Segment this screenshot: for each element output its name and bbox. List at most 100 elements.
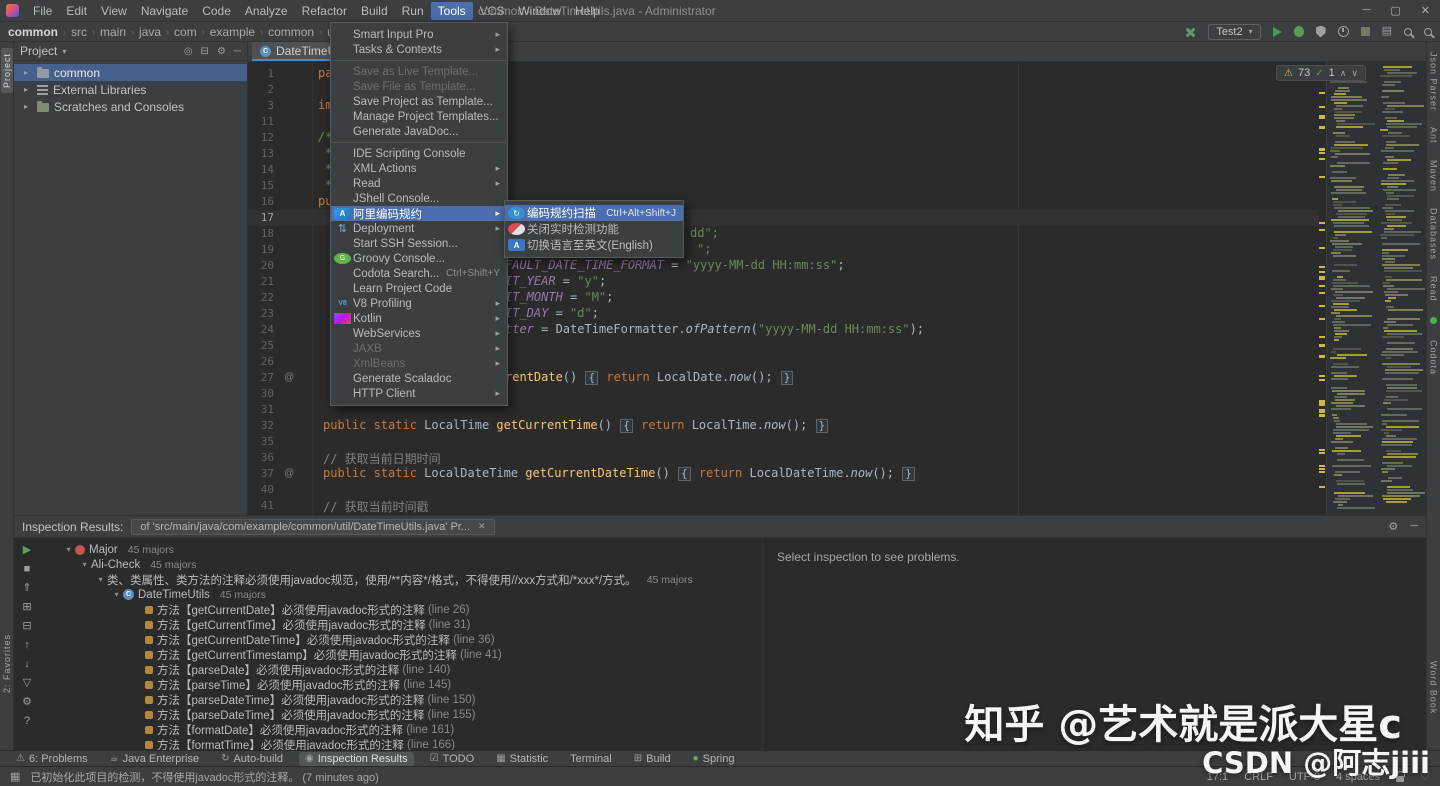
status-message[interactable]: 已初始化此项目的检测，不得使用javadoc形式的注释。 (7 minutes … <box>30 769 378 785</box>
breadcrumb-item[interactable]: main <box>100 25 126 39</box>
right-stripe-maven[interactable]: Maven <box>1429 160 1439 192</box>
toolwindow-inspection-results[interactable]: ◉Inspection Results <box>299 752 414 766</box>
right-stripe-json-parser[interactable]: Json Parser <box>1429 52 1439 111</box>
warning-tick[interactable] <box>1319 148 1325 150</box>
tools-menu-item-read[interactable]: Read▸ <box>331 176 507 191</box>
right-stripe-read[interactable]: Read <box>1429 276 1439 302</box>
warning-tick[interactable] <box>1319 356 1325 358</box>
violation-parsetime[interactable]: 方法【parseTime】必须使用javadoc形式的注释 (line 145) <box>40 677 762 692</box>
left-stripe-2-favorites[interactable]: 2: Favorites <box>1 629 13 698</box>
inspection-tab[interactable]: of 'src/main/java/com/example/common/uti… <box>131 519 494 535</box>
menu-file[interactable]: File <box>26 2 59 20</box>
warning-tick[interactable] <box>1319 266 1325 268</box>
next-problem-icon[interactable]: ∨ <box>1351 68 1358 79</box>
code-line[interactable]: // 获取当前日期时间 <box>323 450 441 466</box>
menu-view[interactable]: View <box>94 2 134 20</box>
code-line[interactable]: "; <box>697 242 711 258</box>
menu-run[interactable]: Run <box>395 2 431 20</box>
warning-tick[interactable] <box>1319 127 1325 129</box>
code-line[interactable]: IT_MONTH = "M"; <box>505 290 613 306</box>
project-panel-title[interactable]: Project <box>20 44 57 58</box>
toolwindow-problems[interactable]: ⚠6: Problems <box>10 752 94 766</box>
previous-problem-icon[interactable]: ∧ <box>1340 68 1347 79</box>
menu-code[interactable]: Code <box>195 2 238 20</box>
warning-tick[interactable] <box>1319 411 1325 413</box>
warning-tick[interactable] <box>1319 152 1325 154</box>
tools-menu-item-xml-actions[interactable]: XML Actions▸ <box>331 161 507 176</box>
code-line[interactable]: public static LocalTime getCurrentTime()… <box>323 418 829 434</box>
help-icon[interactable]: ? <box>24 715 30 727</box>
left-stripe-project[interactable]: Project <box>1 48 13 93</box>
warning-tick[interactable] <box>1319 106 1325 108</box>
tools-menu-item-webservices[interactable]: WebServices▸ <box>331 326 507 341</box>
hide-panel-icon[interactable]: ─ <box>234 46 241 57</box>
inspection-widget[interactable]: ⚠ 73 ✓ 1 ∧ ∨ <box>1276 65 1366 81</box>
previous-problem-icon[interactable]: ↑ <box>24 639 30 651</box>
tools-menu-item-start-ssh-session[interactable]: Start SSH Session... <box>331 236 507 251</box>
coverage-button[interactable] <box>1316 26 1326 38</box>
stop-button[interactable] <box>1361 27 1370 36</box>
toolwindow-statistic[interactable]: ▦Statistic <box>490 752 554 766</box>
rule-javadoc-comment[interactable]: ▾类、类属性、类方法的注释必须使用javadoc规范，使用/**内容*/格式，不… <box>40 572 762 587</box>
window-maximize-button[interactable]: ▢ <box>1390 4 1400 17</box>
collapse-all-icon[interactable]: ⊟ <box>22 620 31 632</box>
tools-menu-item-http-client[interactable]: HTTP Client▸ <box>331 386 507 401</box>
warning-tick[interactable] <box>1319 229 1325 231</box>
warning-tick[interactable] <box>1319 285 1325 287</box>
submenu-item-switch-language-to-english[interactable]: 切换语言至英文(English) <box>505 237 683 253</box>
tools-menu-item-tasks-and-contexts[interactable]: Tasks & Contexts▸ <box>331 42 507 57</box>
severity-major[interactable]: ▾Major45 majors <box>40 542 762 557</box>
error-stripe[interactable] <box>1318 62 1326 515</box>
expand-all-icon[interactable]: ⊞ <box>22 601 31 613</box>
locate-file-icon[interactable]: ◎ <box>184 46 193 57</box>
code-line[interactable]: IT_DAY = "d"; <box>505 306 599 322</box>
warning-tick[interactable] <box>1319 375 1325 377</box>
stop-inspection-icon[interactable]: ■ <box>24 563 31 575</box>
tools-menu-item-generate-scaladoc[interactable]: Generate Scaladoc <box>331 371 507 386</box>
warning-tick[interactable] <box>1319 336 1325 338</box>
menu-analyze[interactable]: Analyze <box>238 2 295 20</box>
code-line[interactable]: IT_YEAR = "y"; <box>505 274 606 290</box>
settings-icon[interactable]: ⚙ <box>22 696 32 708</box>
next-problem-icon[interactable]: ↓ <box>24 658 30 670</box>
tools-menu-item-learn-project-code[interactable]: Learn Project Code <box>331 281 507 296</box>
tools-menu-item-kotlin[interactable]: Kotlin▸ <box>331 311 507 326</box>
breadcrumb-item[interactable]: example <box>210 25 255 39</box>
hide-panel-icon[interactable]: ─ <box>1410 520 1418 533</box>
warning-tick[interactable] <box>1319 271 1325 273</box>
warning-tick[interactable] <box>1319 452 1325 454</box>
close-icon[interactable]: ✕ <box>478 521 486 532</box>
violation-getcurrentdate[interactable]: 方法【getCurrentDate】必须使用javadoc形式的注释 (line… <box>40 602 762 617</box>
warning-tick[interactable] <box>1319 465 1325 467</box>
right-stripe-word-book[interactable]: Word Book <box>1429 661 1439 714</box>
gutter-annotation-icon[interactable]: @ <box>284 466 294 482</box>
profiler-button[interactable] <box>1338 26 1349 37</box>
warning-tick[interactable] <box>1319 468 1325 470</box>
debug-button[interactable] <box>1294 26 1304 37</box>
menu-refactor[interactable]: Refactor <box>295 2 354 20</box>
menu-tools[interactable]: Tools <box>431 2 473 20</box>
toolwindow-terminal[interactable]: Terminal <box>564 752 618 766</box>
search-everywhere-icon[interactable] <box>1424 28 1432 36</box>
ali-check[interactable]: ▾Ali-Check45 majors <box>40 557 762 572</box>
tool-windows-toggle-icon[interactable]: ▦ <box>10 770 20 783</box>
violation-formattime[interactable]: 方法【formatTime】必须使用javadoc形式的注释 (line 166… <box>40 737 762 750</box>
violation-getcurrenttime[interactable]: 方法【getCurrentTime】必须使用javadoc形式的注释 (line… <box>40 617 762 632</box>
tools-menu-item-jshell-console[interactable]: JShell Console... <box>331 191 507 206</box>
violation-getcurrenttimestamp[interactable]: 方法【getCurrentTimestamp】必须使用javadoc形式的注释 … <box>40 647 762 662</box>
warning-tick[interactable] <box>1319 278 1325 280</box>
breadcrumb-item[interactable]: common <box>268 25 314 39</box>
menu-edit[interactable]: Edit <box>59 2 94 20</box>
breadcrumb-item[interactable]: java <box>139 25 161 39</box>
tools-menu-item-v8-profiling[interactable]: V8 Profiling▸ <box>331 296 507 311</box>
warning-tick[interactable] <box>1319 222 1325 224</box>
gear-icon[interactable]: ⚙ <box>1388 520 1398 533</box>
code-line[interactable]: public static LocalDateTime getCurrentDa… <box>323 466 916 482</box>
violation-parsedate[interactable]: 方法【parseDate】必须使用javadoc形式的注释 (line 140) <box>40 662 762 677</box>
warning-tick[interactable] <box>1319 292 1325 294</box>
violation-parsedatetime-2[interactable]: 方法【parseDateTime】必须使用javadoc形式的注释 (line … <box>40 707 762 722</box>
tools-menu-item-groovy-console[interactable]: Groovy Console... <box>331 251 507 266</box>
class-datetimeutils[interactable]: ▾DateTimeUtils45 majors <box>40 587 762 602</box>
rerun-inspection-icon[interactable]: ▶ <box>23 544 31 556</box>
warning-tick[interactable] <box>1319 117 1325 119</box>
